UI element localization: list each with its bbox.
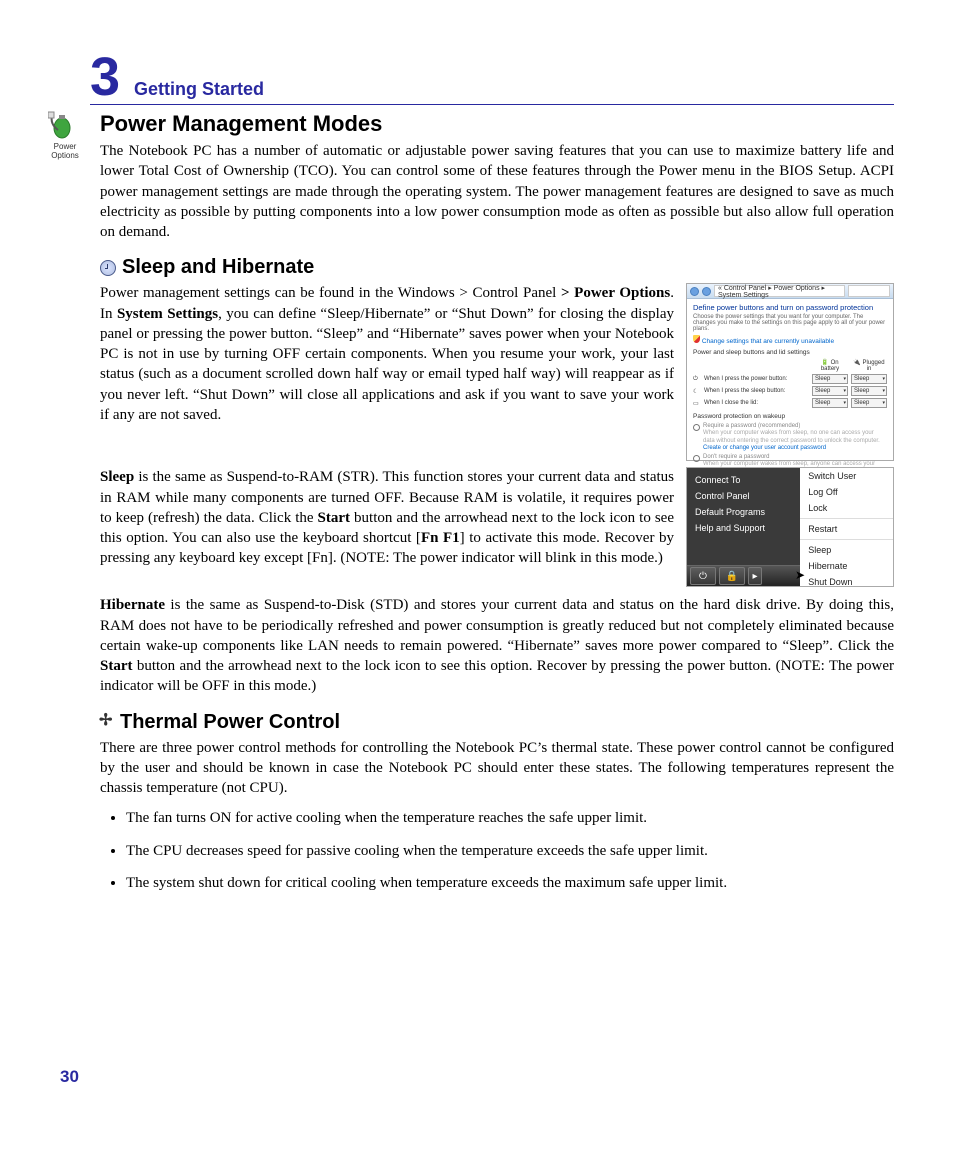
submenu-item: Switch User: [800, 468, 893, 484]
start-menu-power-bar: ⏻ 🔒 ▸: [687, 565, 800, 586]
search-box: [848, 285, 890, 297]
clock-icon: [100, 260, 116, 276]
submenu-item: Log Off: [800, 484, 893, 500]
chapter-header: 3 Getting Started: [90, 50, 894, 105]
menu-item: Control Panel: [687, 488, 800, 504]
menu-item: Default Programs: [687, 504, 800, 520]
shield-icon: [693, 335, 700, 343]
bold-text: System Settings: [117, 306, 218, 322]
bold-text: Sleep: [100, 469, 134, 485]
screenshot-power-options-dialog: « Control Panel ▸ Power Options ▸ System…: [686, 283, 894, 461]
dialog-link: Change settings that are currently unava…: [693, 335, 887, 345]
bullet-item: The CPU decreases speed for passive cool…: [126, 841, 894, 861]
lock-icon: 🔒: [719, 567, 745, 585]
settings-table: 🔋 On battery 🔌 Plugged in ⏻When I press …: [693, 359, 887, 408]
bullet-item: The fan turns ON for active cooling when…: [126, 808, 894, 828]
section-heading-sleep-hibernate: Sleep and Hibernate: [100, 256, 894, 279]
row3-label: When I close the lid:: [704, 400, 809, 406]
dialog-subtext: Choose the power settings that you want …: [693, 314, 887, 332]
submenu-item: Sleep: [800, 542, 893, 558]
section2-para3: Hibernate is the same as Suspend-to-Disk…: [100, 595, 894, 696]
screenshot-start-menu: Connect To Control Panel Default Program…: [686, 467, 894, 587]
row1-label: When I press the power button:: [704, 376, 809, 382]
nav-fwd-icon: [702, 287, 711, 296]
section1-para: The Notebook PC has a number of automati…: [100, 141, 894, 242]
row2-label: When I press the sleep button:: [704, 388, 809, 394]
text: Plugged in: [863, 360, 885, 372]
fan-icon: [100, 715, 114, 729]
bold-text: Fn F1: [421, 530, 460, 546]
radio-icon: [693, 455, 700, 462]
submenu-item: Shut Down: [800, 574, 893, 590]
section-heading-power-modes: Power Management Modes: [100, 111, 894, 137]
section-label-2: Password protection on wakeup: [693, 413, 887, 420]
page-number: 30: [60, 1067, 79, 1087]
start-menu-submenu: Switch User Log Off Lock Restart Sleep H…: [800, 468, 893, 586]
power-icon: ⏻: [690, 567, 716, 585]
thermal-bullet-list: The fan turns ON for active cooling when…: [100, 808, 894, 893]
text: Change settings that are currently unava…: [702, 338, 834, 345]
row-icon: ☾: [693, 388, 701, 395]
text: Power management settings can be found i…: [100, 285, 561, 301]
breadcrumb-bar: « Control Panel ▸ Power Options ▸ System…: [714, 285, 845, 297]
content-area: Power Management Modes The Notebook PC h…: [100, 111, 894, 893]
text: On battery: [821, 360, 839, 372]
battery-plug-icon: [48, 108, 82, 140]
menu-item: Help and Support: [687, 520, 800, 536]
bold-text: Hibernate: [100, 597, 165, 613]
sleep-block-1: Power management settings can be found i…: [100, 283, 894, 461]
link-text: Create or change your user account passw…: [703, 445, 826, 451]
section-label: Power and sleep buttons and lid settings: [693, 349, 887, 356]
section3-heading-text: Thermal Power Control: [120, 711, 340, 734]
section2-para1: Power management settings can be found i…: [100, 283, 674, 425]
dropdown: Sleep: [851, 386, 887, 396]
section2-heading-text: Sleep and Hibernate: [122, 256, 314, 279]
sleep-block-2: Sleep is the same as Suspend-to-RAM (STR…: [100, 467, 894, 587]
section-heading-thermal: Thermal Power Control: [100, 711, 894, 734]
col-battery: 🔋 On battery: [812, 359, 848, 372]
submenu-item: Lock: [800, 500, 893, 516]
dropdown: Sleep: [851, 374, 887, 384]
col-plugged: 🔌 Plugged in: [851, 359, 887, 372]
page: 3 Getting Started Power Options Power Ma…: [0, 0, 954, 1155]
bold-text: Start: [100, 658, 133, 674]
chapter-number: 3: [90, 50, 120, 104]
cursor-icon: ➤: [795, 568, 805, 582]
dropdown: Sleep: [812, 374, 848, 384]
radio-icon: [693, 424, 700, 431]
text: is the same as Suspend-to-Disk (STD) and…: [100, 597, 894, 654]
section3-intro: There are three power control methods fo…: [100, 738, 894, 799]
dialog-heading: Define power buttons and turn on passwor…: [693, 303, 887, 312]
bullet-item: The system shut down for critical coolin…: [126, 873, 894, 893]
menu-item: Connect To: [687, 472, 800, 488]
power-options-icon-block: Power Options: [40, 108, 90, 160]
dropdown: Sleep: [851, 398, 887, 408]
text: , you can define “Sleep/Hibernate” or “S…: [100, 306, 674, 423]
text: button and the arrowhead next to the loc…: [100, 658, 894, 694]
section2-para2: Sleep is the same as Suspend-to-RAM (STR…: [100, 467, 674, 568]
dropdown: Sleep: [812, 386, 848, 396]
radio-opt-1: Require a password (recommended)When you…: [693, 423, 887, 452]
text: Require a password (recommended): [703, 423, 800, 429]
text: Don't require a password: [703, 454, 770, 460]
bold-text: > Power Options: [561, 285, 670, 301]
bold-text: Start: [318, 510, 351, 526]
dropdown: Sleep: [812, 398, 848, 408]
text: When your computer wakes from sleep, no …: [703, 430, 880, 443]
submenu-item: Restart: [800, 521, 893, 537]
row-icon: ▭: [693, 400, 701, 407]
start-menu-left-panel: Connect To Control Panel Default Program…: [687, 468, 800, 586]
arrow-icon: ▸: [748, 567, 762, 585]
power-options-icon-label: Power Options: [40, 142, 90, 160]
submenu-item: Hibernate: [800, 558, 893, 574]
chapter-title: Getting Started: [134, 79, 264, 100]
row-icon: ⏻: [693, 376, 701, 383]
nav-back-icon: [690, 287, 699, 296]
